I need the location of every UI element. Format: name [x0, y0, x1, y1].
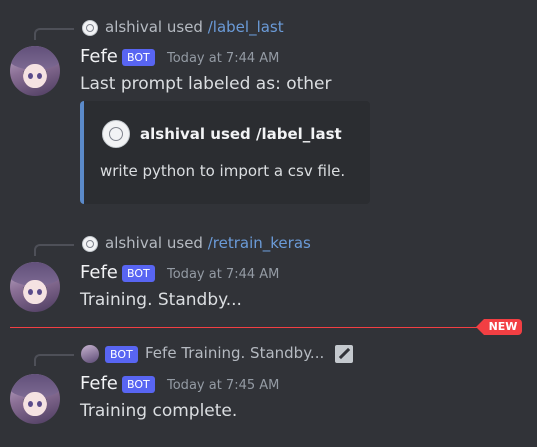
timestamp[interactable]: Today at 7:44 AM: [167, 51, 279, 66]
reply-author[interactable]: Fefe: [145, 344, 177, 362]
reply-command[interactable]: /retrain_keras: [208, 234, 311, 252]
reply-bot-tag: BOT: [105, 346, 138, 363]
reply-used: used: [166, 234, 203, 252]
message-text: Training complete.: [80, 401, 238, 421]
reply-connector: [34, 244, 74, 256]
reply-used: used: [166, 18, 203, 36]
reply-preview[interactable]: alshival used /retrain_keras: [105, 234, 311, 252]
bot-tag: BOT: [122, 265, 155, 282]
avatar-eye: [28, 401, 33, 407]
reply-connector: [34, 28, 74, 40]
new-badge: NEW: [476, 319, 522, 335]
bot-tag: BOT: [122, 49, 155, 66]
avatar[interactable]: [10, 262, 60, 312]
avatar[interactable]: [10, 46, 60, 96]
avatar-eye: [28, 73, 33, 79]
reply-preview[interactable]: alshival used /label_last: [105, 18, 284, 36]
reply-connector: [34, 354, 74, 366]
avatar[interactable]: [10, 374, 60, 424]
reply-avatar-icon[interactable]: [81, 345, 99, 363]
author-name[interactable]: Fefe: [80, 373, 118, 394]
message-text: Last prompt labeled as: other: [80, 74, 332, 94]
timestamp[interactable]: Today at 7:44 AM: [167, 267, 279, 282]
reply-preview[interactable]: Fefe Training. Standby...: [145, 344, 324, 362]
reply-username[interactable]: alshival: [105, 18, 162, 36]
reply-snippet: Training. Standby...: [181, 344, 325, 362]
reply-avatar-icon[interactable]: [82, 236, 98, 252]
bot-tag: BOT: [122, 376, 155, 393]
reply-avatar-icon[interactable]: [82, 20, 98, 36]
new-messages-divider: [10, 327, 502, 328]
message-text: Training. Standby...: [80, 290, 242, 310]
avatar-eye: [37, 401, 42, 407]
timestamp[interactable]: Today at 7:45 AM: [167, 378, 279, 393]
embed-title: alshival used /label_last: [140, 125, 342, 143]
reply-username[interactable]: alshival: [105, 234, 162, 252]
embed: alshival used /label_last write python t…: [80, 101, 370, 204]
author-name[interactable]: Fefe: [80, 46, 118, 67]
avatar-eye: [37, 73, 42, 79]
edit-icon: [335, 345, 353, 363]
avatar-eye: [28, 289, 33, 295]
avatar-eye: [37, 289, 42, 295]
author-name[interactable]: Fefe: [80, 262, 118, 283]
embed-description: write python to import a csv file.: [100, 162, 346, 180]
embed-avatar-icon: [102, 120, 130, 148]
reply-command[interactable]: /label_last: [208, 18, 284, 36]
